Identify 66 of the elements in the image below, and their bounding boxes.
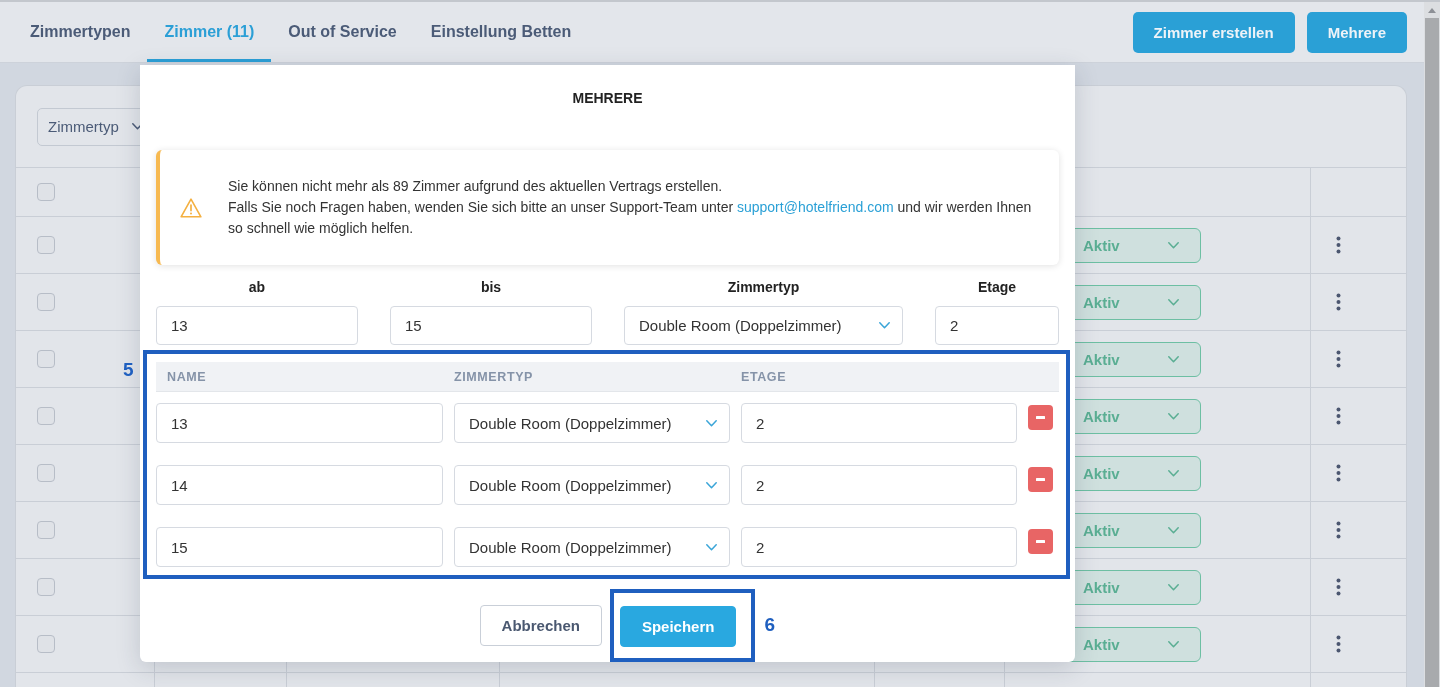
remove-button[interactable] — [1028, 529, 1053, 554]
select-field[interactable]: Double Room (Doppelzimmer) — [454, 465, 730, 505]
checkbox[interactable] — [37, 407, 55, 425]
chevron-down-icon — [1168, 298, 1179, 306]
select-field[interactable]: Double Room (Doppelzimmer) — [454, 527, 730, 567]
warning-icon — [180, 197, 202, 218]
chevron-down-icon — [1168, 469, 1179, 477]
checkbox[interactable] — [37, 464, 55, 482]
support-email-link[interactable]: support@hotelfriend.com — [736, 199, 894, 215]
callout-number: 6 — [764, 615, 775, 635]
remove-button[interactable] — [1028, 467, 1053, 492]
kebab-menu-icon[interactable] — [1336, 464, 1341, 482]
kebab-menu-icon[interactable] — [1336, 578, 1341, 596]
tab[interactable]: Einstellung Betten — [413, 2, 589, 62]
input-field[interactable]: 2 — [741, 465, 1017, 505]
input-field[interactable]: 2 — [935, 306, 1059, 345]
input-field[interactable]: 15 — [390, 306, 592, 345]
checkbox[interactable] — [37, 578, 55, 596]
input-field[interactable]: 13 — [156, 306, 358, 345]
kebab-menu-icon[interactable] — [1336, 350, 1341, 368]
chevron-down-icon — [1168, 355, 1179, 363]
select-field[interactable]: Double Room (Doppelzimmer) — [454, 403, 730, 443]
kebab-menu-icon[interactable] — [1336, 635, 1341, 653]
kebab-menu-icon[interactable] — [1336, 407, 1341, 425]
chevron-down-icon — [1168, 526, 1179, 534]
input-field[interactable]: 15 — [156, 527, 443, 567]
chevron-down-icon — [1168, 412, 1179, 420]
checkbox[interactable] — [37, 635, 55, 653]
column-header: ZIMMERTYP — [454, 369, 534, 384]
kebab-menu-icon[interactable] — [1336, 293, 1341, 311]
input-field[interactable]: 14 — [156, 465, 443, 505]
field-label: Zimmertyp — [727, 278, 800, 297]
tab[interactable]: Zimmertypen — [13, 2, 148, 62]
input-field[interactable]: 2 — [741, 403, 1017, 443]
dialog-title: MEHRERE — [572, 90, 643, 108]
callout-number: 5 — [123, 360, 134, 380]
checkbox[interactable] — [37, 236, 55, 254]
column-header: ETAGE — [741, 369, 788, 384]
cancel-button[interactable]: Abbrechen — [479, 605, 602, 646]
chevron-down-icon — [879, 322, 890, 329]
chevron-down-icon — [706, 543, 717, 551]
field-label: bis — [480, 278, 502, 297]
input-field[interactable]: 13 — [156, 403, 443, 443]
chevron-down-icon — [706, 481, 717, 489]
select-field[interactable]: Double Room (Doppelzimmer) — [624, 306, 903, 345]
field-label: ab — [248, 278, 266, 297]
alert-message: Sie können nicht mehr als 89 Zimmer aufgrund des aktuellen Vertrags erstellen. — [228, 177, 724, 196]
minus-icon — [1036, 540, 1045, 543]
chevron-down-icon — [1168, 241, 1179, 249]
chevron-down-icon — [1168, 583, 1179, 591]
tab[interactable]: Out of Service — [271, 2, 414, 62]
remove-button[interactable] — [1028, 405, 1053, 430]
checkbox[interactable] — [37, 350, 55, 368]
input-field[interactable]: 2 — [741, 527, 1017, 567]
scroll-up-icon[interactable] — [1428, 8, 1436, 13]
field-label: Etage — [977, 278, 1017, 297]
checkbox[interactable] — [37, 183, 55, 201]
minus-icon — [1036, 416, 1045, 419]
chevron-down-icon — [706, 419, 717, 427]
checkbox[interactable] — [37, 521, 55, 539]
kebab-menu-icon[interactable] — [1336, 521, 1341, 539]
column-header: NAME — [166, 369, 208, 384]
chevron-down-icon — [1168, 640, 1179, 648]
minus-icon — [1036, 478, 1045, 481]
checkbox[interactable] — [37, 293, 55, 311]
kebab-menu-icon[interactable] — [1336, 236, 1341, 254]
